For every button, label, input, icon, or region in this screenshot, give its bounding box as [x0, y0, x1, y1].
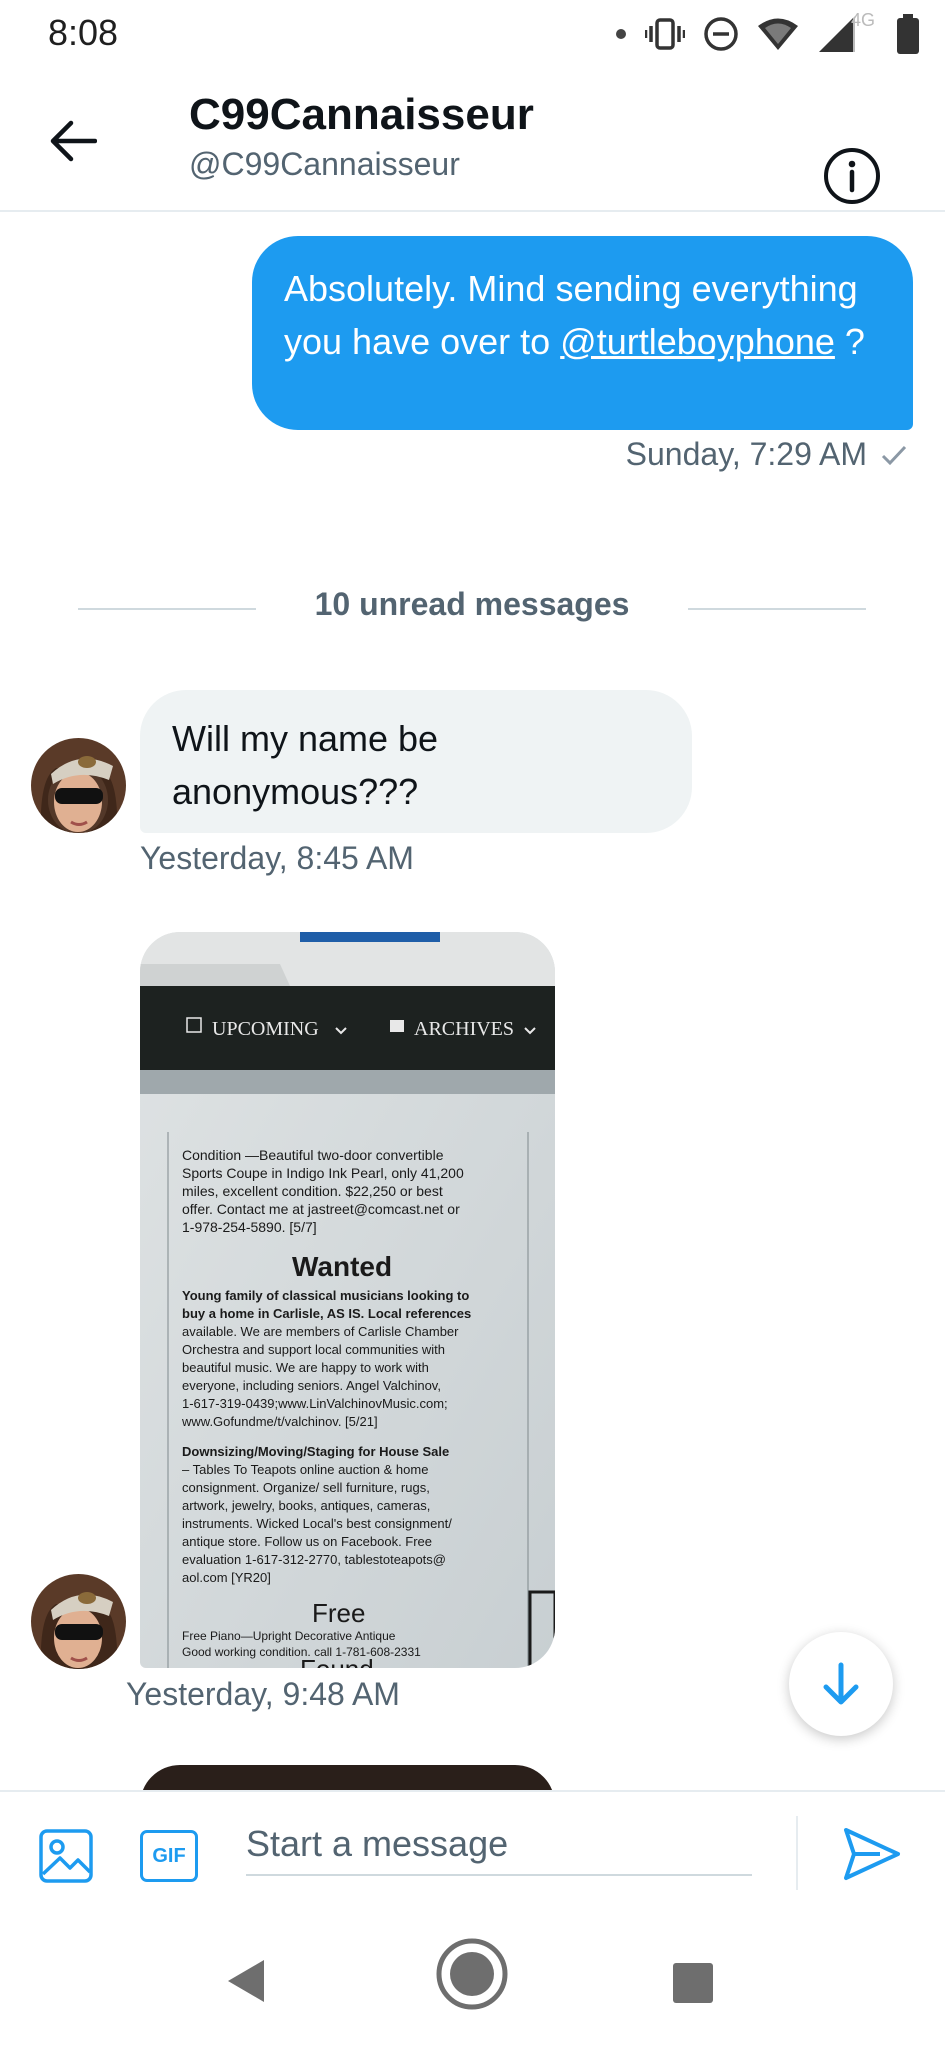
photo-text-line: miles, excellent condition. $22,250 or b… — [182, 1183, 443, 1199]
photo-text-line: consignment. Organize/ sell furniture, r… — [182, 1480, 430, 1495]
unread-divider: 10 unread messages — [78, 586, 866, 630]
outgoing-timestamp: Sunday, 7:29 AM — [626, 436, 907, 473]
photo-text-line: evaluation 1-617-312-2770, tablestoteapo… — [182, 1552, 446, 1567]
send-button[interactable] — [840, 1822, 904, 1886]
photo-text-line: Orchestra and support local communities … — [182, 1342, 445, 1357]
gif-button[interactable]: GIF — [140, 1830, 198, 1882]
photo-nav-archives: ARCHIVES — [414, 1018, 514, 1040]
incoming-timestamp: Yesterday, 8:45 AM — [140, 840, 414, 876]
photo-text-line: buy a home in Carlisle, AS IS. Local ref… — [182, 1306, 471, 1321]
dot-icon — [616, 29, 626, 39]
arrow-down-icon — [823, 1662, 859, 1705]
add-media-button[interactable] — [38, 1828, 94, 1884]
info-button[interactable] — [823, 147, 881, 205]
composer-separator — [796, 1816, 798, 1890]
photo-heading-free: Free — [312, 1598, 365, 1628]
back-button[interactable] — [40, 108, 106, 174]
incoming-timestamp: Yesterday, 9:48 AM — [126, 1676, 400, 1712]
info-circle-icon — [824, 148, 880, 204]
network-type-label: 4G — [851, 10, 876, 30]
photo-text-line: www.Gofundme/t/valchinov. [5/21] — [181, 1414, 378, 1429]
signal-icon: 4G — [817, 10, 879, 54]
photo-text-line: instruments. Wicked Local's best consign… — [182, 1516, 452, 1531]
outgoing-message-bubble[interactable]: Absolutely. Mind sending everything you … — [252, 236, 913, 430]
nav-home-icon[interactable] — [434, 1936, 510, 2012]
photo-text-line: Condition —Beautiful two-door convertibl… — [182, 1147, 444, 1163]
photo-text-line: beautiful music. We are happy to work wi… — [182, 1360, 429, 1375]
message-composer: GIF — [0, 1790, 945, 1912]
photo-text-line: artwork, jewelry, books, antiques, camer… — [182, 1498, 430, 1513]
avatar[interactable] — [31, 738, 126, 833]
scroll-to-bottom-button[interactable] — [789, 1632, 893, 1736]
status-time: 8:08 — [48, 12, 119, 53]
battery-icon — [897, 14, 919, 54]
photo-text-line: Free Piano—Upright Decorative Antique — [182, 1629, 396, 1643]
status-bar: 8:08 4G — [0, 0, 945, 66]
image-attachment[interactable]: UPCOMING ARCHIVES Condition —Beautiful t… — [140, 932, 555, 1668]
vibrate-icon — [645, 18, 685, 50]
arrow-left-icon — [50, 120, 97, 162]
unread-count-label: 10 unread messages — [314, 586, 630, 622]
message-text: Will my name be anonymous??? — [172, 718, 439, 812]
incoming-message-bubble[interactable]: Will my name be anonymous??? — [140, 690, 692, 833]
photo-text-line: 1-978-254-5890. [5/7] — [182, 1219, 317, 1235]
status-icons: 4G — [615, 10, 919, 56]
wifi-icon — [758, 18, 798, 50]
conversation-title[interactable]: C99Cannaisseur — [189, 90, 534, 140]
mention-link[interactable]: @turtleboyphone — [560, 321, 835, 362]
photo-text-line: antique store. Follow us on Facebook. Fr… — [182, 1534, 432, 1549]
divider-line — [688, 608, 866, 610]
photo-heading-found: Found — [300, 1654, 374, 1668]
photo-text-line: – Tables To Teapots online auction & hom… — [182, 1462, 428, 1477]
avatar[interactable] — [31, 1574, 126, 1669]
photo-text-line: 1-617-319-0439;www.LinValchinovMusic.com… — [182, 1396, 448, 1411]
message-text-end: ? — [834, 321, 865, 362]
send-icon — [844, 1828, 900, 1880]
conversation-header: C99Cannaisseur @C99Cannaisseur — [0, 66, 945, 212]
photo-text-line: Sports Coupe in Indigo Ink Pearl, only 4… — [182, 1165, 464, 1181]
nav-recents-icon[interactable] — [672, 1962, 714, 2004]
photo-text-line: everyone, including seniors. Angel Valch… — [182, 1378, 441, 1393]
photo-heading-wanted: Wanted — [292, 1251, 392, 1282]
photo-text-line: aol.com [YR20] — [182, 1570, 271, 1585]
photo-text-line: Young family of classical musicians look… — [182, 1288, 469, 1303]
message-input[interactable] — [246, 1814, 752, 1876]
conversation-handle: @C99Cannaisseur — [189, 146, 460, 182]
timestamp-text: Sunday, 7:29 AM — [625, 436, 867, 472]
nav-back-icon[interactable] — [222, 1956, 268, 2006]
do-not-disturb-icon — [704, 17, 738, 51]
photo-text-line: Downsizing/Moving/Staging for House Sale — [182, 1444, 449, 1459]
image-icon — [39, 1829, 93, 1883]
photo-nav-upcoming: UPCOMING — [212, 1018, 319, 1040]
photo-text-line: available. We are members of Carlisle Ch… — [182, 1324, 459, 1339]
sent-check-icon — [881, 445, 907, 465]
system-nav-bar — [0, 1912, 945, 2048]
photo-text-line: offer. Contact me at jastreet@comcast.ne… — [182, 1201, 460, 1217]
